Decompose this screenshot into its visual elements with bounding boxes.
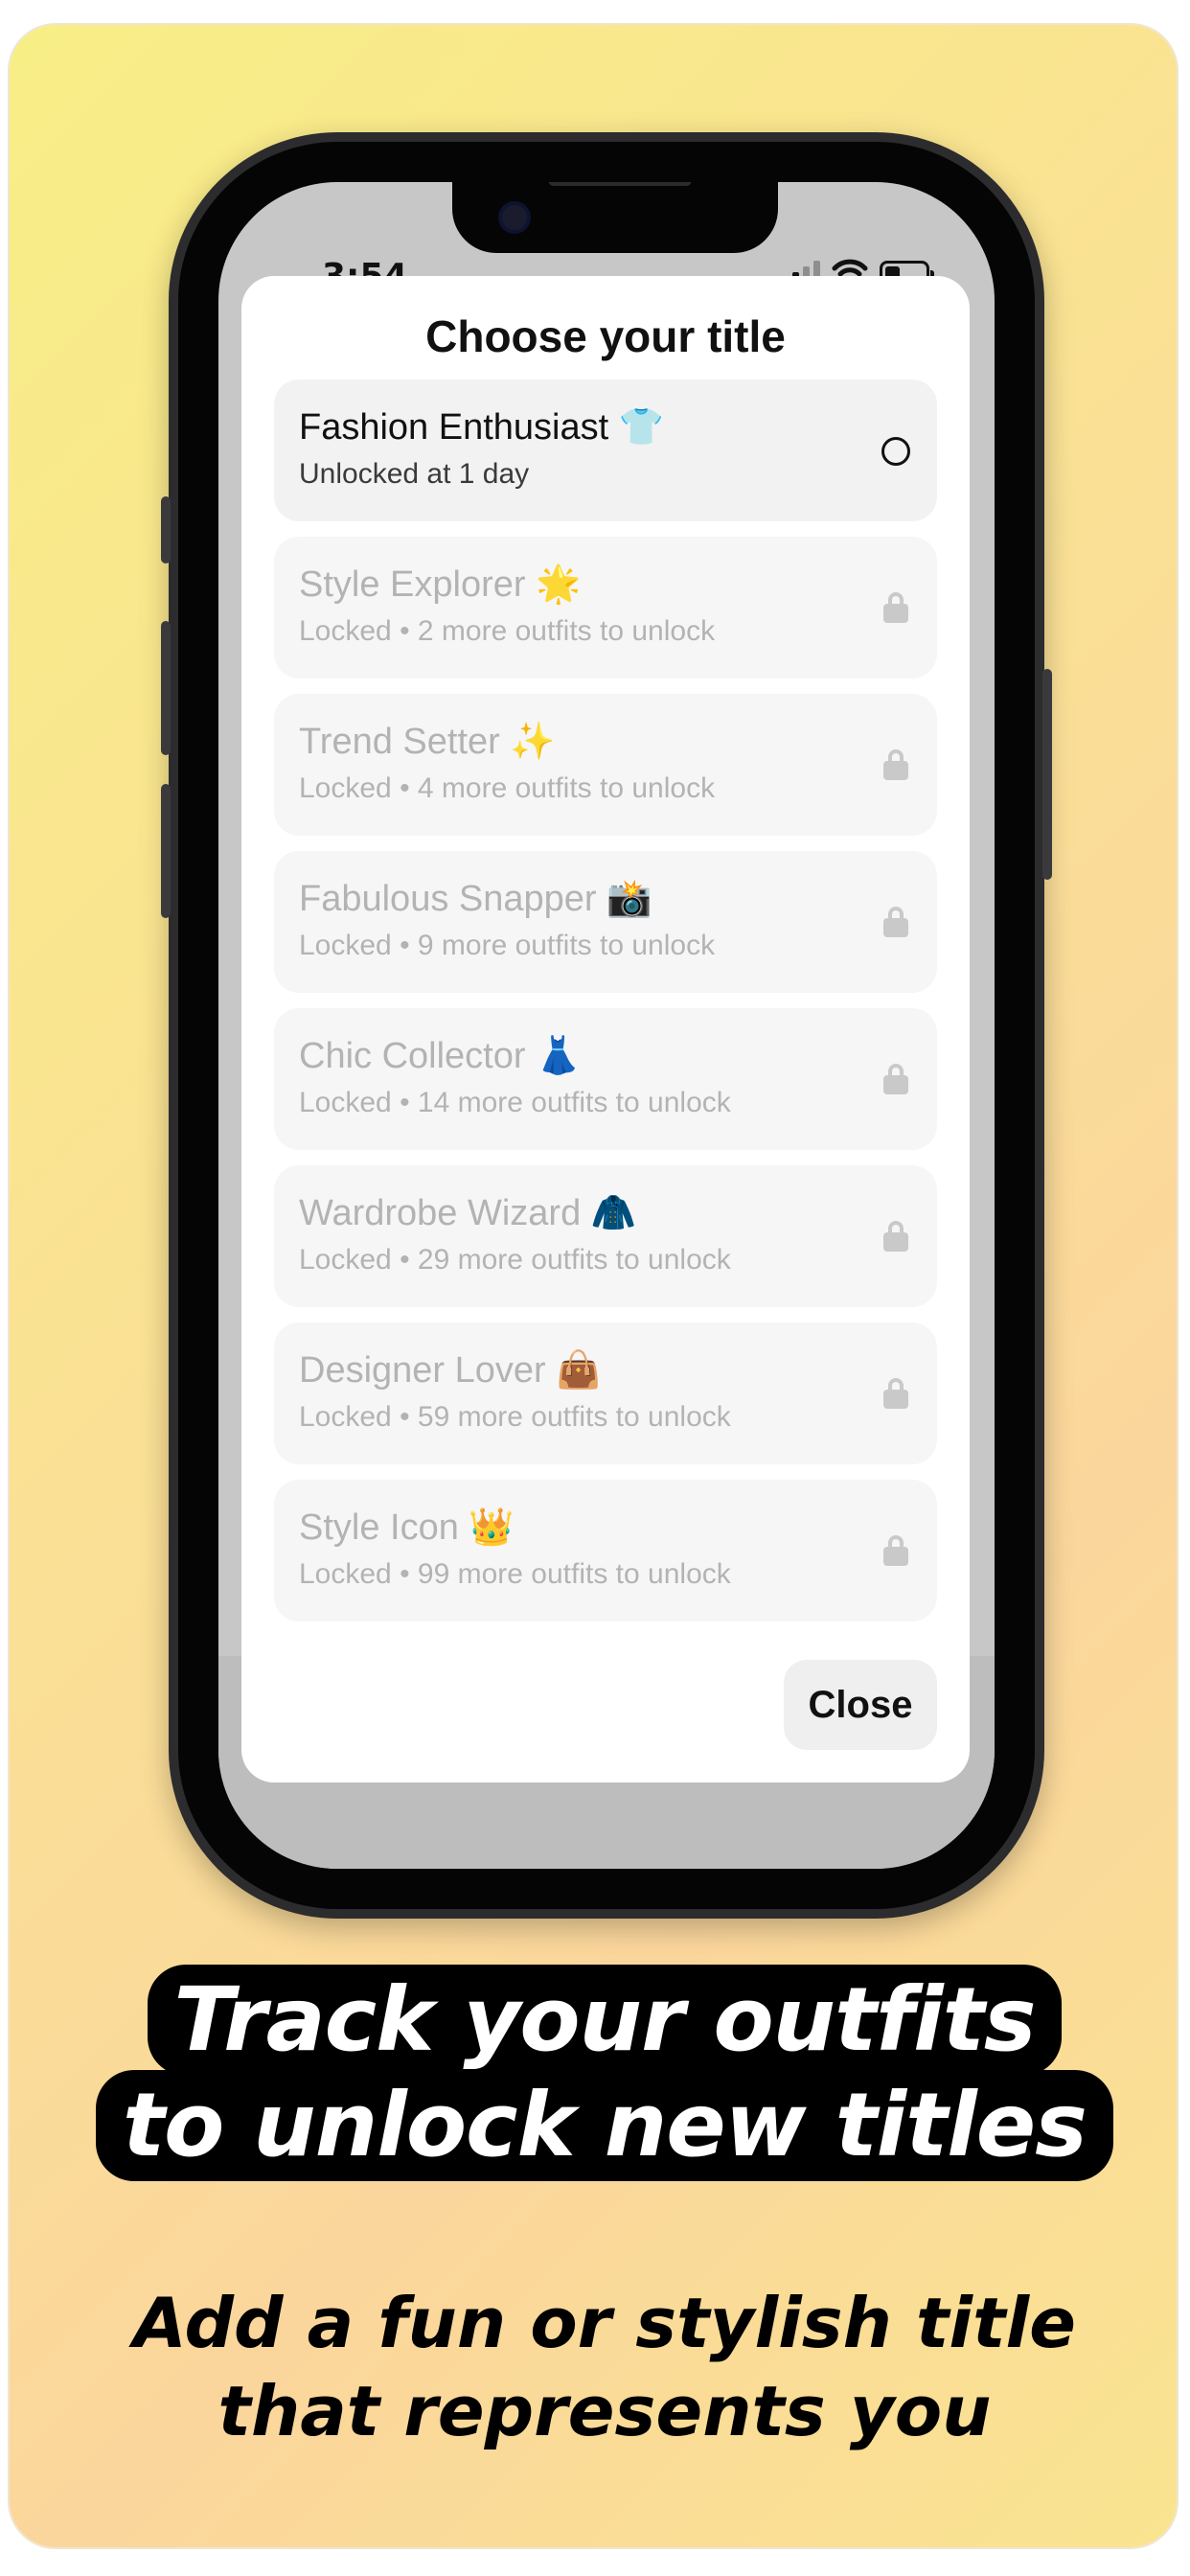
title-status: Locked • 4 more outfits to unlock bbox=[299, 772, 716, 804]
headline-line-2: to unlock new titles bbox=[96, 2070, 1113, 2181]
title-status: Locked • 29 more outfits to unlock bbox=[299, 1244, 731, 1276]
subhead-line-2: that represents you bbox=[217, 2371, 992, 2451]
title-option-wardrobe-wizard: Wardrobe Wizard 🧥 Locked • 29 more outfi… bbox=[274, 1165, 937, 1307]
lock-icon bbox=[883, 592, 908, 623]
speaker bbox=[548, 182, 692, 186]
radio-empty-icon[interactable] bbox=[881, 437, 910, 466]
subhead-line-1: Add a fun or stylish title bbox=[132, 2283, 1077, 2363]
phone-volume-down bbox=[161, 784, 171, 918]
title-option-fabulous-snapper: Fabulous Snapper 📸 Locked • 9 more outfi… bbox=[274, 851, 937, 993]
title-status: Locked • 2 more outfits to unlock bbox=[299, 615, 716, 647]
close-button[interactable]: Close bbox=[784, 1660, 937, 1750]
phone-side-button bbox=[161, 496, 171, 564]
subheadline: Add a fun or stylish title that represen… bbox=[10, 2279, 1177, 2455]
lock-icon bbox=[883, 907, 908, 937]
headline-line-1: Track your outfits bbox=[147, 1965, 1063, 2076]
title-name: Fabulous Snapper 📸 bbox=[299, 879, 652, 919]
title-status: Locked • 59 more outfits to unlock bbox=[299, 1401, 731, 1433]
title-status: Unlocked at 1 day bbox=[299, 458, 530, 490]
lock-icon bbox=[883, 1221, 908, 1252]
title-name: Chic Collector 👗 bbox=[299, 1036, 582, 1076]
notch bbox=[452, 182, 778, 253]
title-option-style-explorer: Style Explorer 🌟 Locked • 2 more outfits… bbox=[274, 537, 937, 678]
title-name: Fashion Enthusiast 👕 bbox=[299, 407, 665, 448]
title-option-chic-collector: Chic Collector 👗 Locked • 14 more outfit… bbox=[274, 1008, 937, 1150]
title-status: Locked • 14 more outfits to unlock bbox=[299, 1087, 731, 1118]
title-list: Fashion Enthusiast 👕 Unlocked at 1 day S… bbox=[274, 380, 937, 1637]
title-option-trend-setter: Trend Setter ✨ Locked • 4 more outfits t… bbox=[274, 694, 937, 836]
title-status: Locked • 9 more outfits to unlock bbox=[299, 930, 716, 961]
title-name: Style Icon 👑 bbox=[299, 1507, 515, 1548]
title-name: Designer Lover 👜 bbox=[299, 1350, 602, 1391]
camera-icon bbox=[498, 201, 531, 234]
lock-icon bbox=[883, 749, 908, 780]
phone-volume-up bbox=[161, 621, 171, 755]
lock-icon bbox=[883, 1535, 908, 1566]
modal-title: Choose your title bbox=[425, 311, 786, 361]
title-name: Style Explorer 🌟 bbox=[299, 564, 582, 605]
title-status: Locked • 99 more outfits to unlock bbox=[299, 1558, 731, 1590]
title-name: Wardrobe Wizard 🧥 bbox=[299, 1193, 637, 1233]
promo-card: 3:54 bbox=[10, 25, 1177, 2547]
headline: Track your outfits to unlock new titles bbox=[10, 1965, 1177, 2181]
phone-power-button bbox=[1042, 669, 1052, 880]
title-option-designer-lover: Designer Lover 👜 Locked • 59 more outfit… bbox=[274, 1322, 937, 1464]
title-option-fashion-enthusiast[interactable]: Fashion Enthusiast 👕 Unlocked at 1 day bbox=[274, 380, 937, 521]
choose-title-modal: Choose your title Fashion Enthusiast 👕 U… bbox=[241, 276, 970, 1782]
title-name: Trend Setter ✨ bbox=[299, 722, 556, 762]
title-option-style-icon: Style Icon 👑 Locked • 99 more outfits to… bbox=[274, 1480, 937, 1622]
lock-icon bbox=[883, 1378, 908, 1409]
lock-icon bbox=[883, 1064, 908, 1094]
